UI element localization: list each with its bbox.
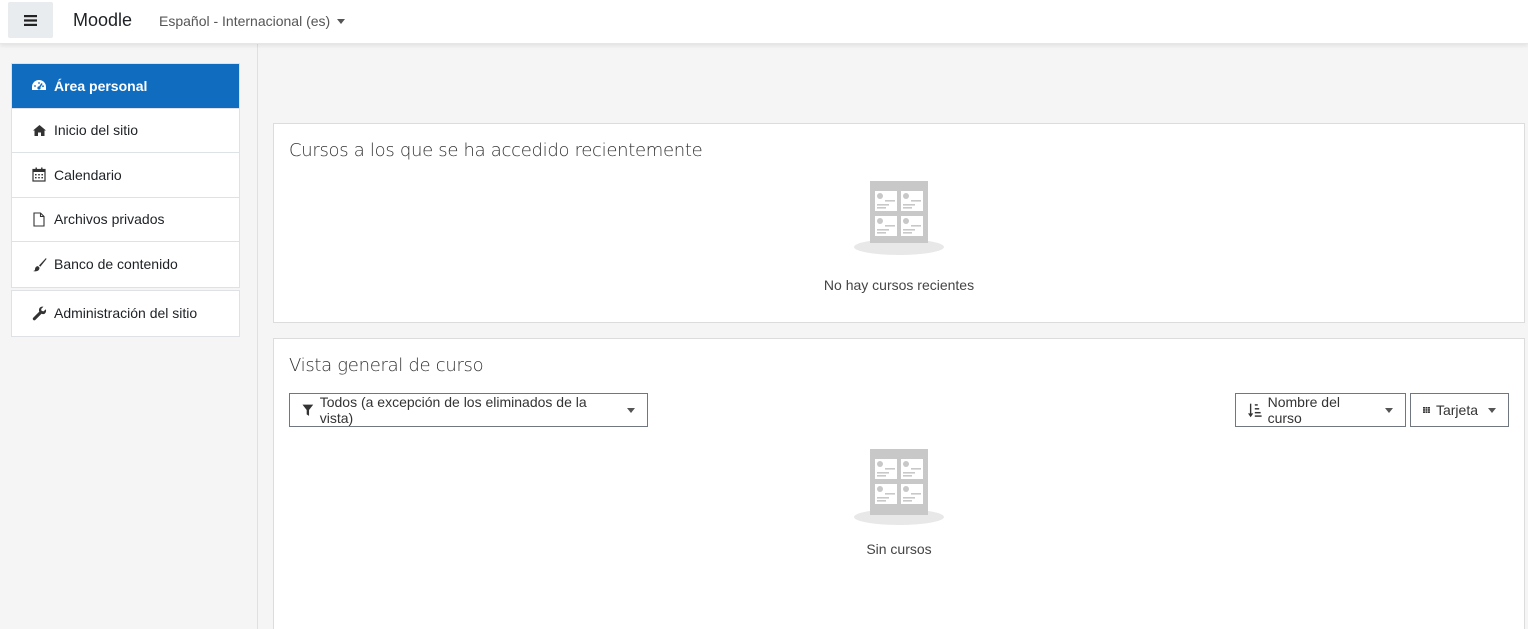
courses-placeholder-icon	[854, 449, 944, 525]
nav-item-label: Inicio del sitio	[54, 122, 139, 139]
filter-icon	[302, 404, 314, 416]
calendar-icon	[31, 167, 47, 183]
language-label: Español - Internacional (es)	[159, 13, 331, 29]
main-nav-list: Área personal Inicio del sitio Calendari…	[11, 63, 240, 288]
site-brand[interactable]: Moodle	[73, 10, 132, 31]
top-navbar: Moodle Español - Internacional (es)	[0, 0, 1528, 44]
wrench-icon	[31, 305, 47, 321]
chevron-down-icon	[1488, 407, 1496, 413]
sort-dropdown[interactable]: Nombre del curso	[1235, 393, 1406, 427]
view-mode-dropdown[interactable]: Tarjeta	[1410, 393, 1509, 427]
nav-item-label: Administración del sitio	[54, 305, 198, 322]
nav-item-label: Banco de contenido	[54, 256, 178, 273]
dashboard-icon	[31, 78, 47, 94]
language-menu[interactable]: Español - Internacional (es)	[159, 13, 346, 29]
nav-item-label: Área personal	[54, 77, 148, 94]
nav-item-calendario[interactable]: Calendario	[12, 153, 239, 198]
home-icon	[31, 122, 47, 138]
course-overview-block: Vista general de curso Todos (a excepció…	[273, 338, 1525, 629]
paint-brush-icon	[31, 256, 47, 272]
sort-label: Nombre del curso	[1267, 394, 1340, 426]
nav-item-inicio-sitio[interactable]: Inicio del sitio	[12, 109, 239, 153]
nav-item-archivos-privados[interactable]: Archivos privados	[12, 198, 239, 242]
overview-empty-state: Sin cursos	[274, 449, 1524, 557]
chevron-down-icon	[627, 407, 635, 413]
admin-nav-list: Administración del sitio	[11, 290, 240, 337]
file-icon	[31, 211, 47, 227]
recent-empty-state: No hay cursos recientes	[274, 181, 1524, 293]
grouping-filter-dropdown[interactable]: Todos (a excepción de los eliminados de …	[289, 393, 648, 427]
recent-courses-block: Cursos a los que se ha accedido reciente…	[273, 123, 1525, 323]
hamburger-icon	[24, 14, 37, 26]
nav-item-label: Calendario	[54, 166, 122, 183]
nav-item-administracion[interactable]: Administración del sitio	[12, 291, 239, 336]
filter-label: Todos (a excepción de los eliminados de …	[319, 394, 587, 426]
nav-item-banco-contenido[interactable]: Banco de contenido	[12, 242, 239, 287]
chevron-down-icon	[1385, 407, 1393, 413]
block-title: Vista general de curso	[289, 355, 484, 376]
block-title: Cursos a los que se ha accedido reciente…	[289, 140, 703, 161]
grid-view-icon	[1423, 407, 1430, 413]
nav-item-area-personal[interactable]: Área personal	[12, 64, 239, 109]
courses-placeholder-icon	[854, 181, 944, 255]
empty-message: Sin cursos	[866, 541, 932, 557]
sort-alpha-icon	[1248, 403, 1262, 417]
nav-item-label: Archivos privados	[54, 211, 165, 228]
nav-drawer: Área personal Inicio del sitio Calendari…	[0, 44, 258, 629]
drawer-toggle-button[interactable]	[8, 2, 53, 38]
empty-message: No hay cursos recientes	[823, 277, 975, 293]
chevron-down-icon	[337, 18, 346, 24]
view-label: Tarjeta	[1435, 402, 1478, 418]
